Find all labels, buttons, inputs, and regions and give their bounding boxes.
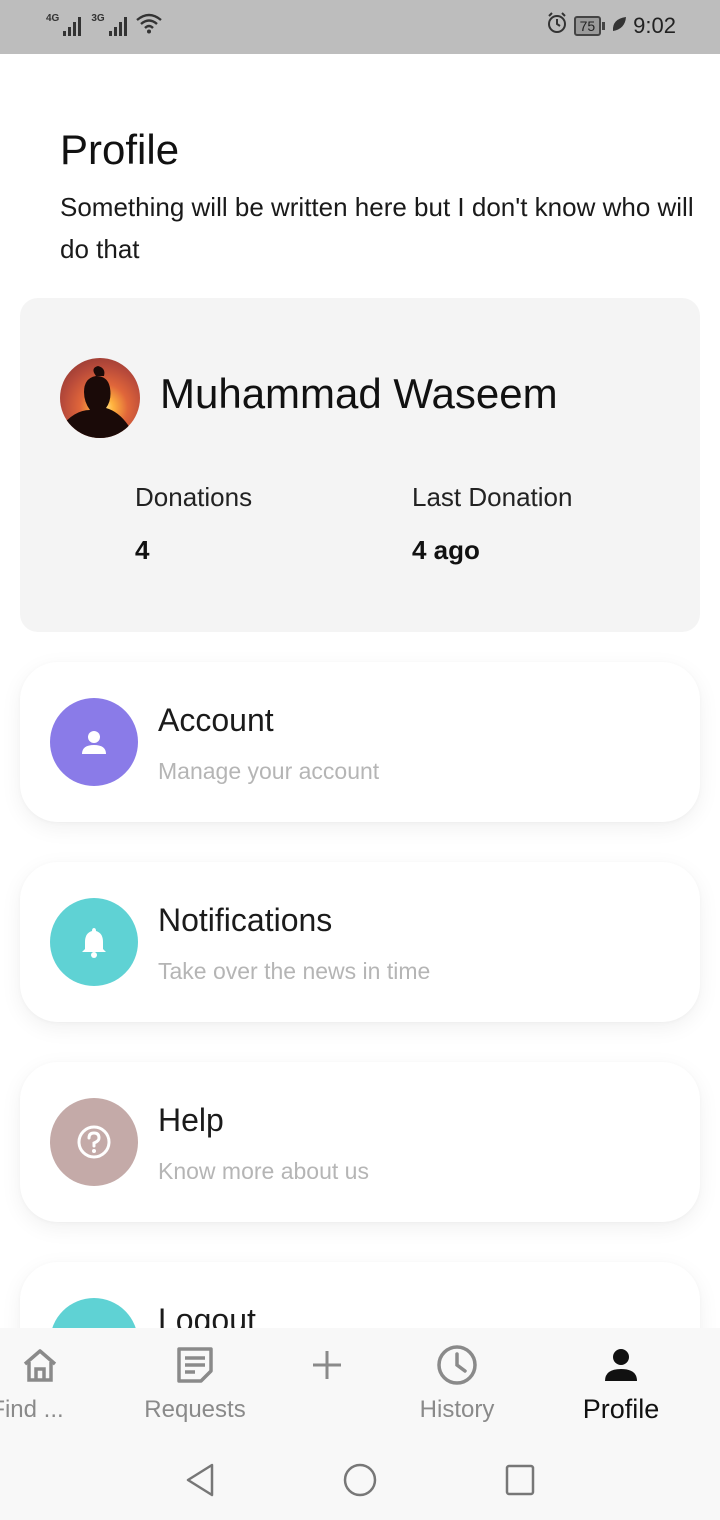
stat-value: 4 ago (412, 535, 480, 565)
leaf-icon (611, 13, 627, 39)
nav-label: Find ... (0, 1396, 64, 1423)
menu-subtitle: Know more about us (158, 1158, 369, 1184)
alarm-icon (546, 12, 568, 40)
status-left: 4G 3G (46, 12, 163, 39)
nav-item-requests[interactable]: Requests (135, 1328, 255, 1440)
requests-icon (175, 1344, 215, 1386)
bell-icon (82, 928, 106, 958)
person-icon (82, 731, 106, 754)
help-icon-circle (50, 1098, 138, 1186)
stat-value: 4 (135, 535, 150, 565)
back-icon[interactable] (184, 1462, 216, 1503)
avatar[interactable] (60, 358, 140, 438)
stat-label: Donations (135, 482, 253, 512)
menu-title: Help (158, 1102, 224, 1138)
recents-icon[interactable] (504, 1462, 536, 1503)
user-name: Muhammad Waseem (160, 370, 558, 417)
stat-last-donation: Last Donation 4 ago (412, 482, 572, 566)
nav-label: Profile (582, 1394, 660, 1424)
help-icon (77, 1125, 111, 1159)
network-type-2: 3G (91, 13, 105, 24)
menu-subtitle: Manage your account (158, 758, 380, 784)
menu-title: Account (158, 702, 274, 738)
nav-item-history[interactable]: History (407, 1328, 507, 1440)
nav-label: History (419, 1396, 495, 1423)
wifi-icon (135, 12, 163, 39)
battery-level: 75 (573, 16, 602, 36)
stat-donations: Donations 4 (135, 482, 252, 566)
status-right: 75 9:02 (546, 12, 676, 40)
signal-icon-2 (108, 16, 127, 36)
system-nav-bar (0, 1440, 720, 1520)
nav-item-find[interactable]: Find ... (0, 1328, 80, 1440)
battery-icon: 75 (573, 16, 606, 36)
history-icon (436, 1344, 478, 1386)
profile-card: Muhammad Waseem Donations 4 Last Donatio… (20, 298, 700, 632)
network-type-1: 4G (46, 13, 60, 24)
menu-item-help[interactable]: Help Know more about us (20, 1062, 700, 1222)
home-icon (20, 1344, 60, 1386)
account-icon-circle (50, 698, 138, 786)
signal-icon (63, 16, 82, 36)
avatar-silhouette (60, 366, 140, 438)
status-bar: 4G 3G 75 9:02 (0, 0, 720, 54)
status-time: 9:02 (633, 13, 676, 38)
menu-item-account[interactable]: Account Manage your account (20, 662, 700, 822)
stat-label: Last Donation (412, 482, 573, 512)
home-circle-icon[interactable] (342, 1462, 378, 1503)
menu-item-notifications[interactable]: Notifications Take over the news in time (20, 862, 700, 1022)
menu-subtitle: Take over the news in time (158, 958, 431, 984)
page-title: Profile (60, 126, 180, 173)
plus-icon (311, 1344, 343, 1386)
bottom-nav: Find ... Requests History Profile (0, 1328, 720, 1440)
nav-label: Requests (144, 1396, 246, 1423)
page-subtitle: Something will be written here but I don… (60, 192, 694, 264)
notifications-icon-circle (50, 898, 138, 986)
nav-item-profile[interactable]: Profile (570, 1328, 672, 1440)
nav-item-add[interactable] (287, 1328, 367, 1440)
profile-icon (603, 1344, 639, 1386)
menu-title: Notifications (158, 902, 333, 938)
